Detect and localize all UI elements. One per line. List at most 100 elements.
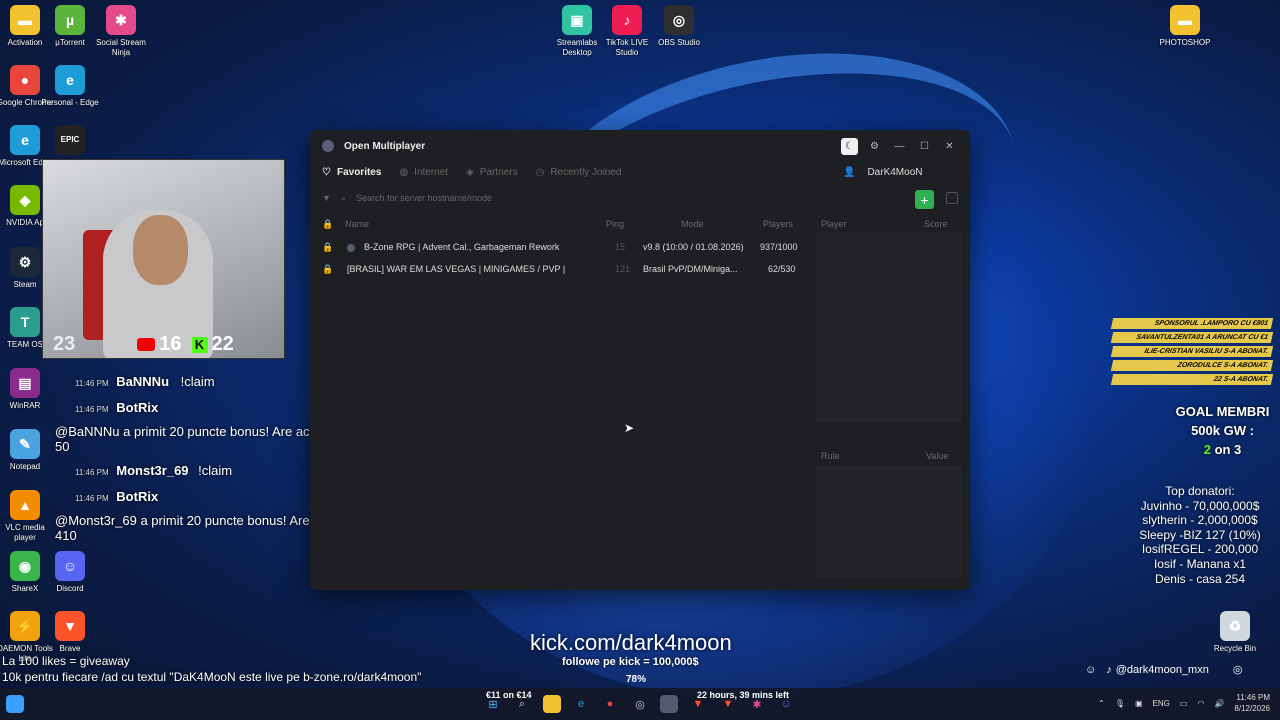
sharex-icon: ◉ <box>10 551 40 581</box>
toggle-panel-icon[interactable] <box>946 192 958 204</box>
col-name[interactable]: Name <box>345 219 369 229</box>
theme-toggle-icon[interactable]: ☾ <box>841 137 858 155</box>
tab-label: Partners <box>479 166 518 178</box>
tab-favorites[interactable]: ♡ Favorites <box>322 167 381 178</box>
desktop-icon[interactable]: ♻ Recycle Bin <box>1205 611 1265 654</box>
desktop-icon[interactable]: ▬ PHOTOSHOP <box>1155 5 1215 48</box>
widgets-icon[interactable] <box>6 695 24 713</box>
clock-date: 8/12/2026 <box>1234 704 1270 713</box>
chat-time: 11:46 PM <box>75 405 109 414</box>
time-left-text: 22 hours, 39 mins left <box>697 690 790 700</box>
display-icon[interactable]: ▭ <box>1180 699 1188 708</box>
points-promo-text: 10k pentru fiecare /ad cu textul "DaK4Mo… <box>2 670 422 684</box>
tab-recently-joined[interactable]: ◷ Recently Joined <box>536 167 622 178</box>
col-ping[interactable]: Ping <box>606 219 624 229</box>
chat-user: BotRix <box>116 400 159 415</box>
discord-icon: ☺ <box>1085 663 1097 676</box>
donor-item: slytherin - 2,000,000$ <box>1142 513 1258 528</box>
obs-taskbar-icon[interactable]: ◎ <box>631 695 649 713</box>
window-titlebar[interactable]: Open Multiplayer ☾ ⚙ — ☐ ✕ <box>310 130 970 162</box>
tab-internet[interactable]: ◍ Internet <box>399 167 448 178</box>
goal-overlay: GOAL MEMBRI 500k GW : 2 on 3 <box>1170 402 1275 459</box>
desktop-icon-label: PHOTOSHOP <box>1159 38 1211 47</box>
col-mode[interactable]: Mode <box>681 219 704 229</box>
server-ping: 121 <box>615 264 631 274</box>
desktop-icon-label: Social Stream Ninja <box>96 38 146 57</box>
server-row[interactable]: 🔒 B-Zone RPG | Advent Cal., Garbageman R… <box>320 238 810 258</box>
chat-time: 11:46 PM <box>75 468 109 477</box>
gpu-icon[interactable]: ▣ <box>1135 699 1143 708</box>
team-os-icon: T <box>10 307 40 337</box>
desktop-icon[interactable]: ♪ TikTok LIVE Studio <box>597 5 657 58</box>
desktop-icon[interactable]: ☺ Discord <box>40 551 100 594</box>
handshake-icon: ◈ <box>466 166 474 178</box>
col-value: Value <box>926 451 949 461</box>
filter-icon[interactable]: ▼ <box>322 193 331 203</box>
obs-studio-icon: ◎ <box>664 5 694 35</box>
tab-partners[interactable]: ◈ Partners <box>466 167 518 178</box>
search-icon: ⌕ <box>340 192 346 203</box>
col-score: Score <box>924 219 948 229</box>
mic-icon[interactable]: 🎙 <box>1115 699 1125 708</box>
likes-giveaway-text: La 100 likes = giveaway <box>2 654 130 668</box>
recycle-bin-icon: ♻ <box>1220 611 1250 641</box>
-torrent-icon: µ <box>55 5 85 35</box>
desktop-icon[interactable]: ✱ Social Stream Ninja <box>91 5 151 58</box>
user-icon: 👤 <box>843 166 856 178</box>
col-players[interactable]: Players <box>763 219 793 229</box>
desktop-icon[interactable]: ✎ Notepad <box>0 429 55 472</box>
search-input[interactable] <box>355 193 820 203</box>
chrome-taskbar-icon[interactable]: ● <box>601 695 619 713</box>
server-logo-icon <box>347 244 355 252</box>
close-button[interactable]: ✕ <box>941 138 958 155</box>
rules-panel <box>816 466 962 578</box>
server-name: B-Zone RPG | Advent Cal., Garbageman Rew… <box>364 242 560 252</box>
vlc-media-player-icon: ▲ <box>10 490 40 520</box>
donor-item: Juvinho - 70,000,000$ <box>1140 498 1260 513</box>
chevron-up-icon[interactable]: ⌃ <box>1098 699 1105 708</box>
youtube-count: 16 <box>159 333 182 355</box>
chat-text: !claim <box>198 463 233 478</box>
progress-percent: 78% <box>626 674 647 685</box>
google-chrome-icon: ● <box>10 65 40 95</box>
server-mode: v9.8 (10:00 / 01.08.2026) <box>643 242 744 252</box>
tiktok-live-studio-icon: ♪ <box>612 5 642 35</box>
edge-taskbar-icon[interactable]: e <box>572 695 590 713</box>
tab-label: Favorites <box>336 166 382 178</box>
lock-icon: 🔒 <box>322 242 334 252</box>
minimize-button[interactable]: — <box>891 138 908 155</box>
webcam-overlay: 23 16 K 22 <box>42 159 285 359</box>
user-profile[interactable]: 👤 DarK4MooN <box>843 167 958 178</box>
server-row[interactable]: 🔒 [BRASIL] WAR EM LAS VEGAS | MINIGAMES … <box>320 260 810 280</box>
instagram-icon: ◎ <box>1232 664 1243 676</box>
add-server-button[interactable]: + <box>915 190 934 209</box>
desktop-icon[interactable]: ▤ WinRAR <box>0 368 55 411</box>
epic-games-icon: EPIC <box>55 125 85 155</box>
desktop-icon[interactable]: e Personal - Edge <box>40 65 100 108</box>
maximize-button[interactable]: ☐ <box>916 138 933 155</box>
server-ping: 15 <box>615 242 626 252</box>
chat-bot-message: @BaNNNu a primit 20 puncte bonus! Are ac… <box>55 424 328 454</box>
volume-icon[interactable]: 🔊 <box>1214 699 1224 708</box>
settings-gear-icon[interactable]: ⚙ <box>866 138 883 155</box>
wifi-icon[interactable]: ◠ <box>1197 699 1204 708</box>
desktop-icon[interactable]: ▲ VLC media player <box>0 490 55 543</box>
sponsor-item: SAVANTULZENTA01 A ARUNCAT CU €1 <box>1110 332 1274 343</box>
kick-count: 22 <box>211 333 234 355</box>
desktop-icon[interactable]: ▼ Brave <box>40 611 100 654</box>
tiktok-icon: ♪ <box>1106 663 1112 676</box>
server-tabs: ♡ Favorites ◍ Internet ◈ Partners ◷ Recently… <box>310 162 970 182</box>
desktop-icon-label: Personal - Edge <box>41 98 99 107</box>
file-explorer-icon[interactable] <box>543 695 561 713</box>
open-multiplayer-taskbar-icon[interactable] <box>660 695 678 713</box>
sponsor-feed: SPONSORUL .LAMPORO CU €801 SAVANTULZENTA… <box>1110 318 1274 388</box>
kick-icon: K <box>191 336 208 353</box>
language-indicator[interactable]: ENG <box>1153 699 1170 708</box>
goal-suffix: on 3 <box>1214 442 1242 457</box>
desktop-icon[interactable]: ◎ OBS Studio <box>649 5 709 48</box>
photoshop-icon: ▬ <box>1170 5 1200 35</box>
sponsor-item: ILIE-CRISTIAN VASILIU S-A ABONAT. <box>1110 346 1274 357</box>
server-players: 937/1000 <box>760 242 798 252</box>
clock[interactable]: 11:46 PM 8/12/2026 <box>1234 692 1270 714</box>
chat-time: 11:46 PM <box>75 494 109 503</box>
